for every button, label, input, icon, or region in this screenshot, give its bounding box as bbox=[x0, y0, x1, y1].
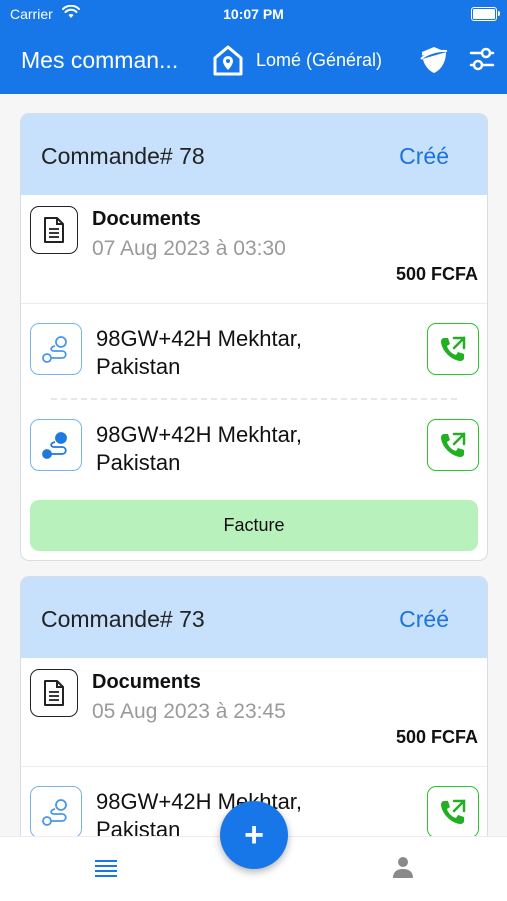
order-status: Créé bbox=[399, 143, 449, 169]
app-bar: Mes comman... Lomé (Général) bbox=[0, 28, 507, 94]
call-pickup-button[interactable] bbox=[427, 786, 479, 836]
order-price: 500 FCFA bbox=[395, 264, 478, 284]
invoice-button[interactable]: Facture bbox=[30, 500, 478, 551]
pickup-address: 98GW+42H Mekhtar, Pakistan bbox=[96, 326, 303, 379]
dropoff-row: 98GW+42H Mekhtar, Pakistan bbox=[21, 400, 487, 494]
package-type: Documents bbox=[92, 671, 201, 693]
battery-icon bbox=[471, 7, 500, 21]
route-dropoff-icon bbox=[30, 419, 82, 471]
package-info-row: Documents 05 Aug 2023 à 23:45 500 FCFA bbox=[21, 658, 487, 767]
shield-icon[interactable] bbox=[418, 44, 450, 81]
location-home-icon[interactable] bbox=[211, 43, 245, 82]
order-card[interactable]: Commande# 78 Créé Documents 07 Aug 2023 … bbox=[20, 113, 488, 561]
dropoff-address: 98GW+42H Mekhtar, Pakistan bbox=[96, 422, 303, 475]
filter-sliders-icon[interactable] bbox=[469, 46, 495, 77]
order-card-header: Commande# 73 Créé bbox=[21, 577, 487, 658]
package-type: Documents bbox=[92, 208, 201, 230]
order-card[interactable]: Commande# 73 Créé Documents 05 Aug 2023 … bbox=[20, 576, 488, 836]
status-bar: Carrier 10:07 PM bbox=[0, 0, 507, 28]
order-card-header: Commande# 78 Créé bbox=[21, 114, 487, 195]
page-title: Mes comman... bbox=[21, 47, 179, 73]
call-dropoff-button[interactable] bbox=[427, 419, 479, 471]
location-selector[interactable]: Lomé (Général) bbox=[256, 50, 382, 71]
document-icon bbox=[30, 669, 78, 717]
order-status: Créé bbox=[399, 606, 449, 632]
list-icon[interactable] bbox=[94, 859, 118, 882]
add-order-button[interactable]: + bbox=[220, 801, 288, 869]
order-date: 07 Aug 2023 à 03:30 bbox=[92, 237, 286, 260]
call-pickup-button[interactable] bbox=[427, 323, 479, 375]
order-number: Commande# 73 bbox=[41, 606, 205, 632]
order-date: 05 Aug 2023 à 23:45 bbox=[92, 700, 286, 723]
orders-list[interactable]: Commande# 78 Créé Documents 07 Aug 2023 … bbox=[0, 94, 507, 836]
package-info-row: Documents 07 Aug 2023 à 03:30 500 FCFA bbox=[21, 195, 487, 304]
route-pickup-icon bbox=[30, 786, 82, 836]
order-price: 500 FCFA bbox=[395, 727, 478, 747]
route-pickup-icon bbox=[30, 323, 82, 375]
phone-call-icon bbox=[441, 799, 466, 824]
pickup-row: 98GW+42H Mekhtar, Pakistan bbox=[21, 304, 487, 398]
clock: 10:07 PM bbox=[223, 6, 284, 22]
order-number: Commande# 78 bbox=[41, 143, 205, 169]
user-icon[interactable] bbox=[391, 855, 415, 884]
phone-call-icon bbox=[441, 432, 466, 457]
top-bar: Carrier 10:07 PM Mes comman... Lomé (Gén… bbox=[0, 0, 507, 94]
document-icon bbox=[30, 206, 78, 254]
phone-call-icon bbox=[441, 336, 466, 361]
